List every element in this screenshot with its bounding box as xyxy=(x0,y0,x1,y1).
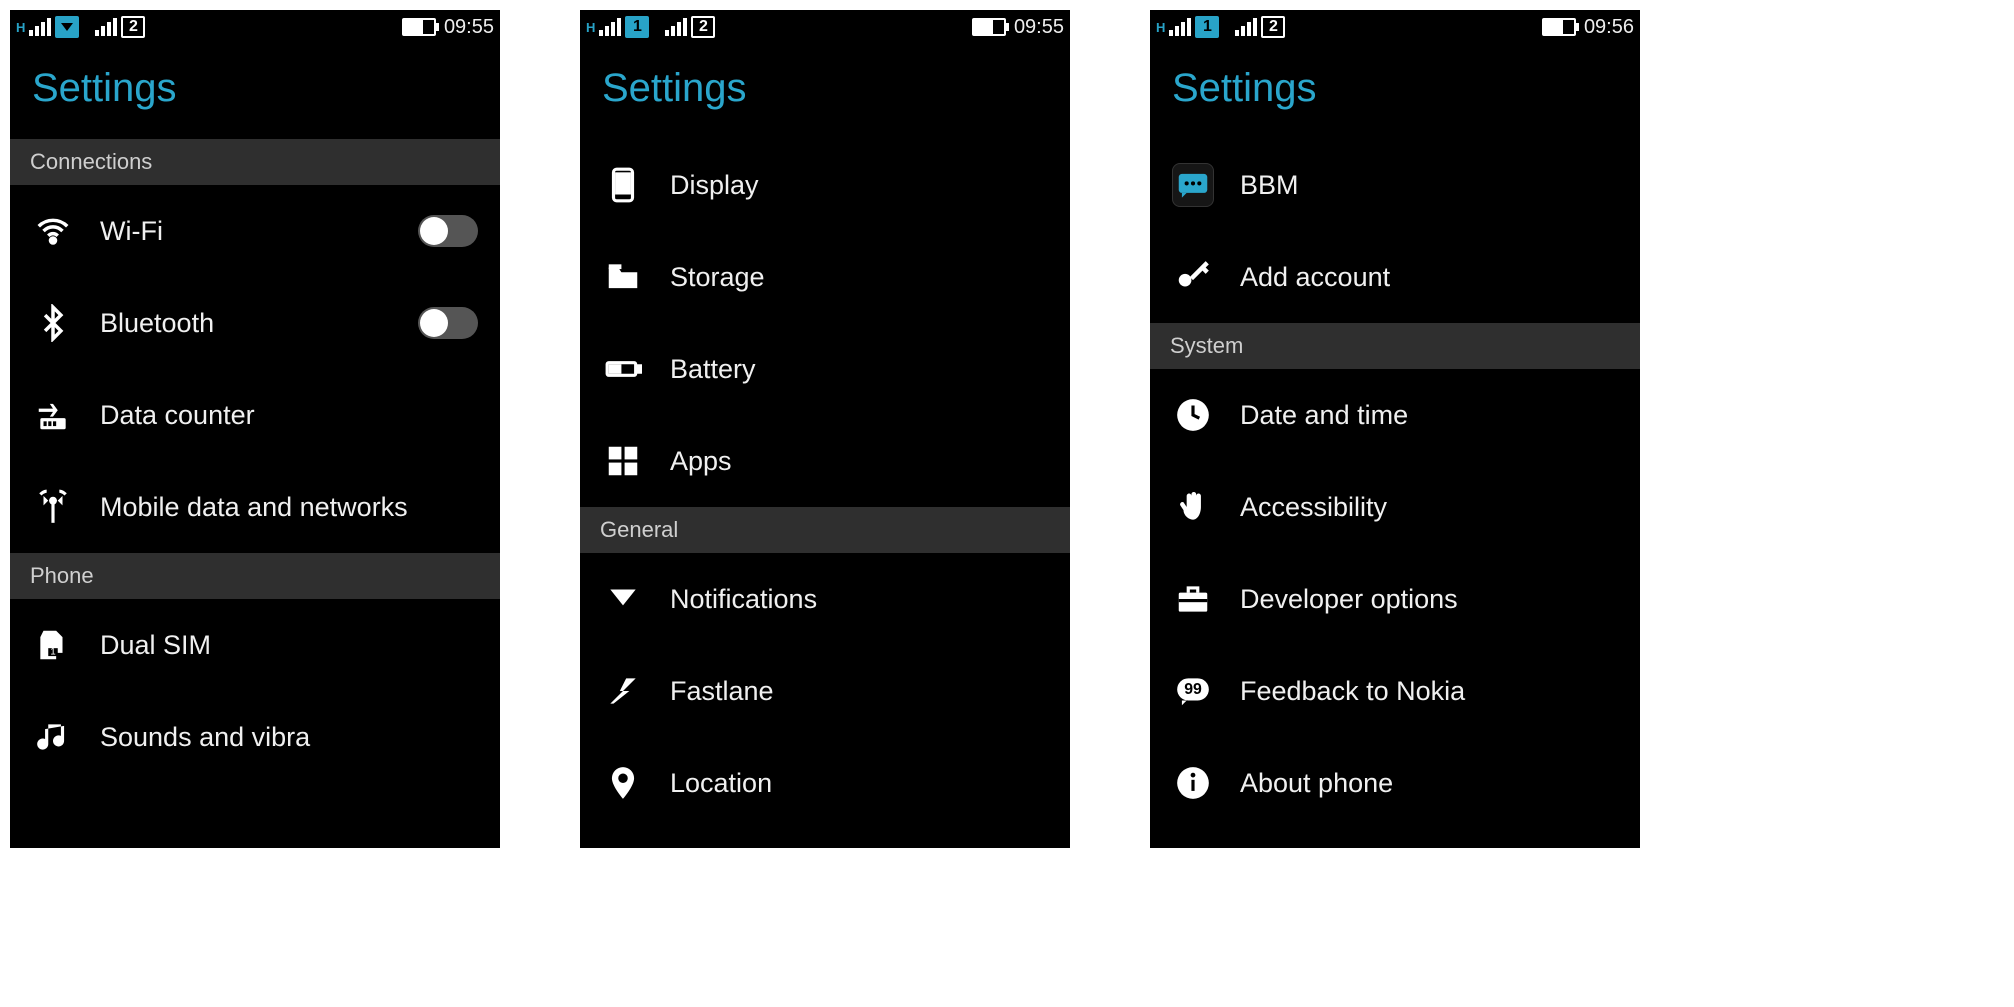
bbm-icon xyxy=(1172,164,1214,206)
hand-icon xyxy=(1172,486,1214,528)
row-label: Accessibility xyxy=(1240,492,1387,523)
bluetooth-toggle[interactable] xyxy=(418,307,478,339)
signal-bars-2-icon xyxy=(95,18,117,36)
phone-screen-2: H 1 2 09:55 Settings Display Storage Bat… xyxy=(580,10,1070,848)
row-label: About phone xyxy=(1240,768,1393,799)
signal-bars-icon xyxy=(1169,18,1191,36)
wifi-toggle[interactable] xyxy=(418,215,478,247)
sim1-badge: 1 xyxy=(625,16,649,38)
battery-icon xyxy=(402,18,436,36)
row-sounds[interactable]: Sounds and vibra xyxy=(10,691,500,783)
row-feedback[interactable]: 99 Feedback to Nokia xyxy=(1150,645,1640,737)
key-icon xyxy=(1172,256,1214,298)
sim2-badge: 2 xyxy=(1261,16,1285,38)
row-label: Sounds and vibra xyxy=(100,722,310,753)
status-bar: H 1 2 09:55 xyxy=(580,10,1070,44)
row-about[interactable]: About phone xyxy=(1150,737,1640,829)
row-wifi[interactable]: Wi-Fi xyxy=(10,185,500,277)
quote-icon: 99 xyxy=(1172,670,1214,712)
music-note-icon xyxy=(32,716,74,758)
status-bar: H 1 2 09:56 xyxy=(1150,10,1640,44)
bluetooth-icon xyxy=(32,302,74,344)
row-label: Bluetooth xyxy=(100,308,214,339)
row-label: Notifications xyxy=(670,584,817,615)
page-title: Settings xyxy=(10,44,500,139)
briefcase-icon xyxy=(1172,578,1214,620)
row-fastlane[interactable]: Fastlane xyxy=(580,645,1070,737)
section-header-system: System xyxy=(1150,323,1640,369)
row-label: Mobile data and networks xyxy=(100,492,408,523)
row-label: Add account xyxy=(1240,262,1390,293)
sim2-badge: 2 xyxy=(121,16,145,38)
row-bluetooth[interactable]: Bluetooth xyxy=(10,277,500,369)
row-accessibility[interactable]: Accessibility xyxy=(1150,461,1640,553)
row-label: Battery xyxy=(670,354,756,385)
row-label: Fastlane xyxy=(670,676,774,707)
fastlane-icon xyxy=(602,670,644,712)
apps-icon xyxy=(602,440,644,482)
row-label: Dual SIM xyxy=(100,630,211,661)
row-display[interactable]: Display xyxy=(580,139,1070,231)
signal-type-icon: H xyxy=(586,20,595,35)
battery-menu-icon xyxy=(602,348,644,390)
row-developer[interactable]: Developer options xyxy=(1150,553,1640,645)
signal-type-icon: H xyxy=(1156,20,1165,35)
svg-text:1: 1 xyxy=(50,647,55,658)
row-label: Storage xyxy=(670,262,765,293)
row-label: Data counter xyxy=(100,400,255,431)
antenna-icon xyxy=(32,486,74,528)
row-label: Date and time xyxy=(1240,400,1408,431)
row-label: Developer options xyxy=(1240,584,1458,615)
info-icon xyxy=(1172,762,1214,804)
clock: 09:55 xyxy=(444,16,494,39)
row-label: Apps xyxy=(670,446,732,477)
page-title: Settings xyxy=(580,44,1070,139)
row-label: Wi-Fi xyxy=(100,216,163,247)
display-icon xyxy=(602,164,644,206)
section-header-phone: Phone xyxy=(10,553,500,599)
phone-screen-1: H 2 09:55 Settings Connections Wi-Fi Blu… xyxy=(10,10,500,848)
row-label: BBM xyxy=(1240,170,1299,201)
dual-sim-icon: 1 xyxy=(32,624,74,666)
row-dual-sim[interactable]: 1 Dual SIM xyxy=(10,599,500,691)
svg-text:99: 99 xyxy=(1184,681,1202,698)
data-counter-icon xyxy=(32,394,74,436)
phone-screen-3: H 1 2 09:56 Settings BBM Add account Sys… xyxy=(1150,10,1640,848)
row-data-counter[interactable]: Data counter xyxy=(10,369,500,461)
row-battery[interactable]: Battery xyxy=(580,323,1070,415)
clock: 09:56 xyxy=(1584,16,1634,39)
sim1-badge: 1 xyxy=(1195,16,1219,38)
section-header-connections: Connections xyxy=(10,139,500,185)
location-icon xyxy=(602,762,644,804)
storage-icon xyxy=(602,256,644,298)
signal-bars-2-icon xyxy=(665,18,687,36)
battery-icon xyxy=(1542,18,1576,36)
signal-bars-icon xyxy=(599,18,621,36)
row-label: Feedback to Nokia xyxy=(1240,676,1465,707)
row-date-time[interactable]: Date and time xyxy=(1150,369,1640,461)
wifi-icon xyxy=(32,210,74,252)
battery-icon xyxy=(972,18,1006,36)
row-location[interactable]: Location xyxy=(580,737,1070,829)
status-bar: H 2 09:55 xyxy=(10,10,500,44)
signal-type-icon: H xyxy=(16,20,25,35)
row-add-account[interactable]: Add account xyxy=(1150,231,1640,323)
page-title: Settings xyxy=(1150,44,1640,139)
sim2-badge: 2 xyxy=(691,16,715,38)
row-label: Location xyxy=(670,768,772,799)
row-mobile-data[interactable]: Mobile data and networks xyxy=(10,461,500,553)
notifications-icon xyxy=(602,578,644,620)
row-bbm[interactable]: BBM xyxy=(1150,139,1640,231)
signal-bars-2-icon xyxy=(1235,18,1257,36)
clock-icon xyxy=(1172,394,1214,436)
row-label: Display xyxy=(670,170,759,201)
clock: 09:55 xyxy=(1014,16,1064,39)
row-apps[interactable]: Apps xyxy=(580,415,1070,507)
row-notifications[interactable]: Notifications xyxy=(580,553,1070,645)
section-header-general: General xyxy=(580,507,1070,553)
sim1-badge-icon xyxy=(55,16,79,38)
row-storage[interactable]: Storage xyxy=(580,231,1070,323)
signal-bars-icon xyxy=(29,18,51,36)
